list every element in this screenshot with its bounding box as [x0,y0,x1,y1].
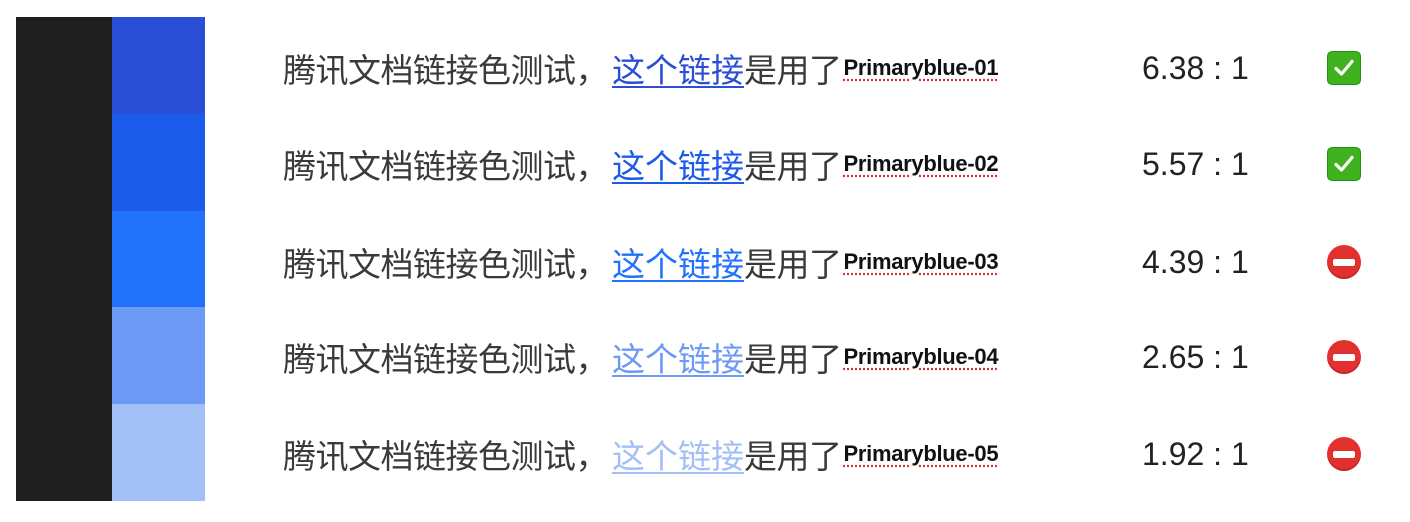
sentence-prefix: 腾讯文档链接色测试， [283,147,609,186]
sentence-prefix: 腾讯文档链接色测试， [283,340,609,379]
contrast-ratio: 2.65 : 1 [1142,338,1249,375]
no-entry-icon [1327,340,1361,374]
contrast-row: 腾讯文档链接色测试， 这个链接 是用了 Primaryblue-04 2.65 : 1 [0,327,1410,387]
sample-link[interactable]: 这个链接 [612,44,744,92]
sentence-prefix: 腾讯文档链接色测试， [283,437,609,476]
contrast-ratio: 6.38 : 1 [1142,49,1249,86]
status-indicator [1327,340,1361,374]
sample-sentence: 腾讯文档链接色测试， 这个链接 是用了 Primaryblue-02 [283,134,999,194]
contrast-ratio: 1.92 : 1 [1142,435,1249,472]
status-indicator [1327,51,1361,85]
color-token-name: Primaryblue-01 [843,55,999,80]
contrast-row: 腾讯文档链接色测试， 这个链接 是用了 Primaryblue-03 4.39 : 1 [0,232,1410,292]
contrast-row: 腾讯文档链接色测试， 这个链接 是用了 Primaryblue-05 1.92 : 1 [0,424,1410,484]
sentence-suffix: 是用了 [744,245,842,284]
status-indicator [1327,147,1361,181]
contrast-row: 腾讯文档链接色测试， 这个链接 是用了 Primaryblue-02 5.57 : 1 [0,134,1410,194]
check-icon [1327,147,1361,181]
contrast-row: 腾讯文档链接色测试， 这个链接 是用了 Primaryblue-01 6.38 : 1 [0,38,1410,98]
sentence-prefix: 腾讯文档链接色测试， [283,245,609,284]
sample-link[interactable]: 这个链接 [612,430,744,478]
color-token-name: Primaryblue-03 [843,249,999,274]
contrast-ratio: 5.57 : 1 [1142,145,1249,182]
sentence-suffix: 是用了 [744,437,842,476]
sample-link[interactable]: 这个链接 [612,333,744,381]
color-token-name: Primaryblue-02 [843,151,999,176]
status-indicator [1327,437,1361,471]
sample-sentence: 腾讯文档链接色测试， 这个链接 是用了 Primaryblue-01 [283,38,999,98]
status-indicator [1327,245,1361,279]
sentence-suffix: 是用了 [744,147,842,186]
color-token-name: Primaryblue-04 [843,344,999,369]
sample-sentence: 腾讯文档链接色测试， 这个链接 是用了 Primaryblue-05 [283,424,999,484]
sample-link[interactable]: 这个链接 [612,140,744,188]
contrast-ratio: 4.39 : 1 [1142,243,1249,280]
sample-sentence: 腾讯文档链接色测试， 这个链接 是用了 Primaryblue-04 [283,327,999,387]
color-token-name: Primaryblue-05 [843,441,999,466]
sentence-suffix: 是用了 [744,340,842,379]
sample-link[interactable]: 这个链接 [612,238,744,286]
no-entry-icon [1327,437,1361,471]
no-entry-icon [1327,245,1361,279]
sample-sentence: 腾讯文档链接色测试， 这个链接 是用了 Primaryblue-03 [283,232,999,292]
sentence-prefix: 腾讯文档链接色测试， [283,51,609,90]
check-icon [1327,51,1361,85]
sentence-suffix: 是用了 [744,51,842,90]
